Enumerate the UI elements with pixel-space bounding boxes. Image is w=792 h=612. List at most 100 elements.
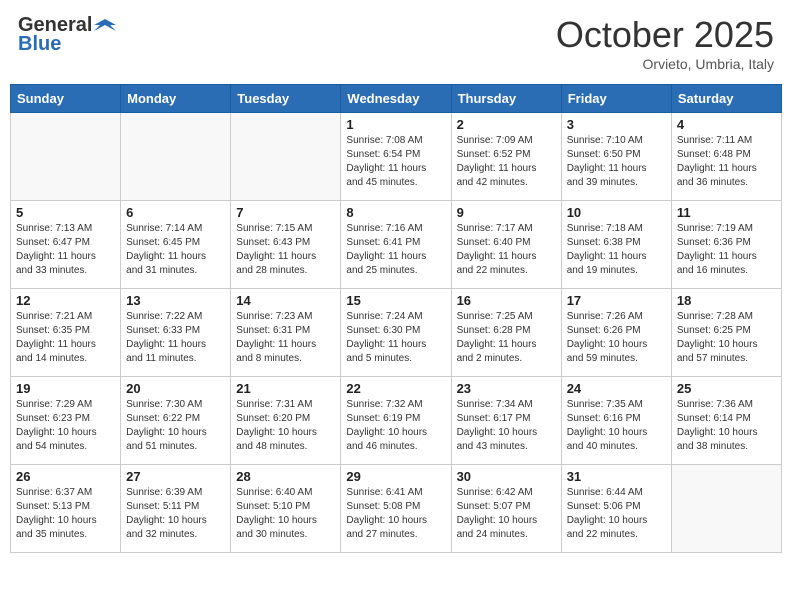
header-sunday: Sunday bbox=[11, 85, 121, 113]
day-info: Sunrise: 6:39 AM Sunset: 5:11 PM Dayligh… bbox=[126, 486, 225, 542]
day-info: Sunrise: 7:08 AM Sunset: 6:54 PM Dayligh… bbox=[346, 134, 445, 190]
day-number: 6 bbox=[126, 205, 225, 220]
day-number: 11 bbox=[677, 205, 776, 220]
location-subtitle: Orvieto, Umbria, Italy bbox=[556, 56, 774, 72]
calendar-cell: 30Sunrise: 6:42 AM Sunset: 5:07 PM Dayli… bbox=[451, 465, 561, 553]
day-number: 25 bbox=[677, 381, 776, 396]
calendar-cell: 12Sunrise: 7:21 AM Sunset: 6:35 PM Dayli… bbox=[11, 289, 121, 377]
day-info: Sunrise: 7:28 AM Sunset: 6:25 PM Dayligh… bbox=[677, 310, 776, 366]
calendar-cell: 16 Sunrise: 7:25 AM Sunset: 6:28 PM Dayli… bbox=[451, 289, 561, 377]
day-number: 23 bbox=[457, 381, 556, 396]
day-info: Sunrise: 7:35 AM Sunset: 6:16 PM Dayligh… bbox=[567, 398, 666, 454]
calendar-cell: 13 Sunrise: 7:22 AM Sunset: 6:33 PM Dayli… bbox=[121, 289, 231, 377]
day-number: 9 bbox=[457, 205, 556, 220]
day-number: 19 bbox=[16, 381, 115, 396]
calendar-week-2: 5 Sunrise: 7:13 AM Sunset: 6:47 PM Daylig… bbox=[11, 201, 782, 289]
calendar-cell: 28Sunrise: 6:40 AM Sunset: 5:10 PM Dayli… bbox=[231, 465, 341, 553]
month-title: October 2025 bbox=[556, 14, 774, 56]
header-thursday: Thursday bbox=[451, 85, 561, 113]
day-number: 26 bbox=[16, 469, 115, 484]
calendar-week-5: 26 Sunrise: 6:37 AM Sunset: 5:13 PM Dayli… bbox=[11, 465, 782, 553]
day-number: 31 bbox=[567, 469, 666, 484]
day-number: 5 bbox=[16, 205, 115, 220]
day-number: 20 bbox=[126, 381, 225, 396]
calendar-cell: 21 Sunrise: 7:31 AM Sunset: 6:20 PM Dayli… bbox=[231, 377, 341, 465]
calendar-cell: 29 Sunrise: 6:41 AM Sunset: 5:08 PM Dayli… bbox=[341, 465, 451, 553]
calendar-cell: 7 Sunrise: 7:15 AM Sunset: 6:43 PM Daylig… bbox=[231, 201, 341, 289]
calendar-table: Sunday Monday Tuesday Wednesday Thursday… bbox=[10, 84, 782, 553]
day-info: Sunrise: 7:23 AM Sunset: 6:31 PM Dayligh… bbox=[236, 310, 335, 366]
calendar-cell: 17 Sunrise: 7:26 AM Sunset: 6:26 PM Dayli… bbox=[561, 289, 671, 377]
calendar-cell: 15Sunrise: 7:24 AM Sunset: 6:30 PM Dayli… bbox=[341, 289, 451, 377]
calendar-cell: 3 Sunrise: 7:10 AM Sunset: 6:50 PM Daylig… bbox=[561, 113, 671, 201]
header-wednesday: Wednesday bbox=[341, 85, 451, 113]
day-number: 21 bbox=[236, 381, 335, 396]
day-number: 16 bbox=[457, 293, 556, 308]
calendar-header-row: Sunday Monday Tuesday Wednesday Thursday… bbox=[11, 85, 782, 113]
calendar-week-3: 12Sunrise: 7:21 AM Sunset: 6:35 PM Dayli… bbox=[11, 289, 782, 377]
calendar-cell: 26 Sunrise: 6:37 AM Sunset: 5:13 PM Dayli… bbox=[11, 465, 121, 553]
day-info: Sunrise: 7:32 AM Sunset: 6:19 PM Dayligh… bbox=[346, 398, 445, 454]
calendar-cell bbox=[121, 113, 231, 201]
calendar-cell: 14 Sunrise: 7:23 AM Sunset: 6:31 PM Dayli… bbox=[231, 289, 341, 377]
calendar-cell: 24 Sunrise: 7:35 AM Sunset: 6:16 PM Dayli… bbox=[561, 377, 671, 465]
day-info: Sunrise: 7:14 AM Sunset: 6:45 PM Dayligh… bbox=[126, 222, 225, 278]
day-info: Sunrise: 6:41 AM Sunset: 5:08 PM Dayligh… bbox=[346, 486, 445, 542]
day-number: 1 bbox=[346, 117, 445, 132]
day-number: 29 bbox=[346, 469, 445, 484]
day-number: 13 bbox=[126, 293, 225, 308]
calendar-cell: 25Sunrise: 7:36 AM Sunset: 6:14 PM Dayli… bbox=[671, 377, 781, 465]
day-info: Sunrise: 7:11 AM Sunset: 6:48 PM Dayligh… bbox=[677, 134, 776, 190]
day-info: Sunrise: 6:37 AM Sunset: 5:13 PM Dayligh… bbox=[16, 486, 115, 542]
day-number: 28 bbox=[236, 469, 335, 484]
calendar-cell: 31 Sunrise: 6:44 AM Sunset: 5:06 PM Dayli… bbox=[561, 465, 671, 553]
calendar-cell: 18 Sunrise: 7:28 AM Sunset: 6:25 PM Dayli… bbox=[671, 289, 781, 377]
day-info: Sunrise: 7:16 AM Sunset: 6:41 PM Dayligh… bbox=[346, 222, 445, 278]
day-number: 4 bbox=[677, 117, 776, 132]
calendar-week-4: 19 Sunrise: 7:29 AM Sunset: 6:23 PM Dayli… bbox=[11, 377, 782, 465]
calendar-cell: 27 Sunrise: 6:39 AM Sunset: 5:11 PM Dayli… bbox=[121, 465, 231, 553]
calendar-cell: 22Sunrise: 7:32 AM Sunset: 6:19 PM Dayli… bbox=[341, 377, 451, 465]
day-info: Sunrise: 7:17 AM Sunset: 6:40 PM Dayligh… bbox=[457, 222, 556, 278]
day-number: 18 bbox=[677, 293, 776, 308]
header-friday: Friday bbox=[561, 85, 671, 113]
day-info: Sunrise: 7:18 AM Sunset: 6:38 PM Dayligh… bbox=[567, 222, 666, 278]
calendar-cell: 11 Sunrise: 7:19 AM Sunset: 6:36 PM Dayli… bbox=[671, 201, 781, 289]
calendar-cell: 9 Sunrise: 7:17 AM Sunset: 6:40 PM Daylig… bbox=[451, 201, 561, 289]
title-section: October 2025 Orvieto, Umbria, Italy bbox=[556, 14, 774, 72]
page-header: General Blue October 2025 Orvieto, Umbri… bbox=[10, 10, 782, 76]
day-info: Sunrise: 7:13 AM Sunset: 6:47 PM Dayligh… bbox=[16, 222, 115, 278]
day-info: Sunrise: 7:25 AM Sunset: 6:28 PM Dayligh… bbox=[457, 310, 556, 366]
day-number: 14 bbox=[236, 293, 335, 308]
day-info: Sunrise: 6:44 AM Sunset: 5:06 PM Dayligh… bbox=[567, 486, 666, 542]
logo-text-blue: Blue bbox=[18, 33, 61, 56]
calendar-cell: 2Sunrise: 7:09 AM Sunset: 6:52 PM Daylig… bbox=[451, 113, 561, 201]
header-monday: Monday bbox=[121, 85, 231, 113]
day-info: Sunrise: 7:22 AM Sunset: 6:33 PM Dayligh… bbox=[126, 310, 225, 366]
day-number: 3 bbox=[567, 117, 666, 132]
day-info: Sunrise: 7:31 AM Sunset: 6:20 PM Dayligh… bbox=[236, 398, 335, 454]
day-info: Sunrise: 7:09 AM Sunset: 6:52 PM Dayligh… bbox=[457, 134, 556, 190]
calendar-cell: 6 Sunrise: 7:14 AM Sunset: 6:45 PM Daylig… bbox=[121, 201, 231, 289]
day-number: 27 bbox=[126, 469, 225, 484]
header-tuesday: Tuesday bbox=[231, 85, 341, 113]
day-info: Sunrise: 7:21 AM Sunset: 6:35 PM Dayligh… bbox=[16, 310, 115, 366]
day-number: 24 bbox=[567, 381, 666, 396]
day-number: 8 bbox=[346, 205, 445, 220]
calendar-cell: 4 Sunrise: 7:11 AM Sunset: 6:48 PM Daylig… bbox=[671, 113, 781, 201]
day-info: Sunrise: 7:19 AM Sunset: 6:36 PM Dayligh… bbox=[677, 222, 776, 278]
day-number: 10 bbox=[567, 205, 666, 220]
day-info: Sunrise: 7:26 AM Sunset: 6:26 PM Dayligh… bbox=[567, 310, 666, 366]
day-number: 17 bbox=[567, 293, 666, 308]
calendar-cell bbox=[11, 113, 121, 201]
day-info: Sunrise: 7:34 AM Sunset: 6:17 PM Dayligh… bbox=[457, 398, 556, 454]
calendar-cell bbox=[231, 113, 341, 201]
day-number: 7 bbox=[236, 205, 335, 220]
day-info: Sunrise: 7:15 AM Sunset: 6:43 PM Dayligh… bbox=[236, 222, 335, 278]
calendar-cell bbox=[671, 465, 781, 553]
logo: General Blue bbox=[18, 14, 116, 56]
day-info: Sunrise: 7:10 AM Sunset: 6:50 PM Dayligh… bbox=[567, 134, 666, 190]
header-saturday: Saturday bbox=[671, 85, 781, 113]
day-info: Sunrise: 7:29 AM Sunset: 6:23 PM Dayligh… bbox=[16, 398, 115, 454]
calendar-cell: 8 Sunrise: 7:16 AM Sunset: 6:41 PM Daylig… bbox=[341, 201, 451, 289]
